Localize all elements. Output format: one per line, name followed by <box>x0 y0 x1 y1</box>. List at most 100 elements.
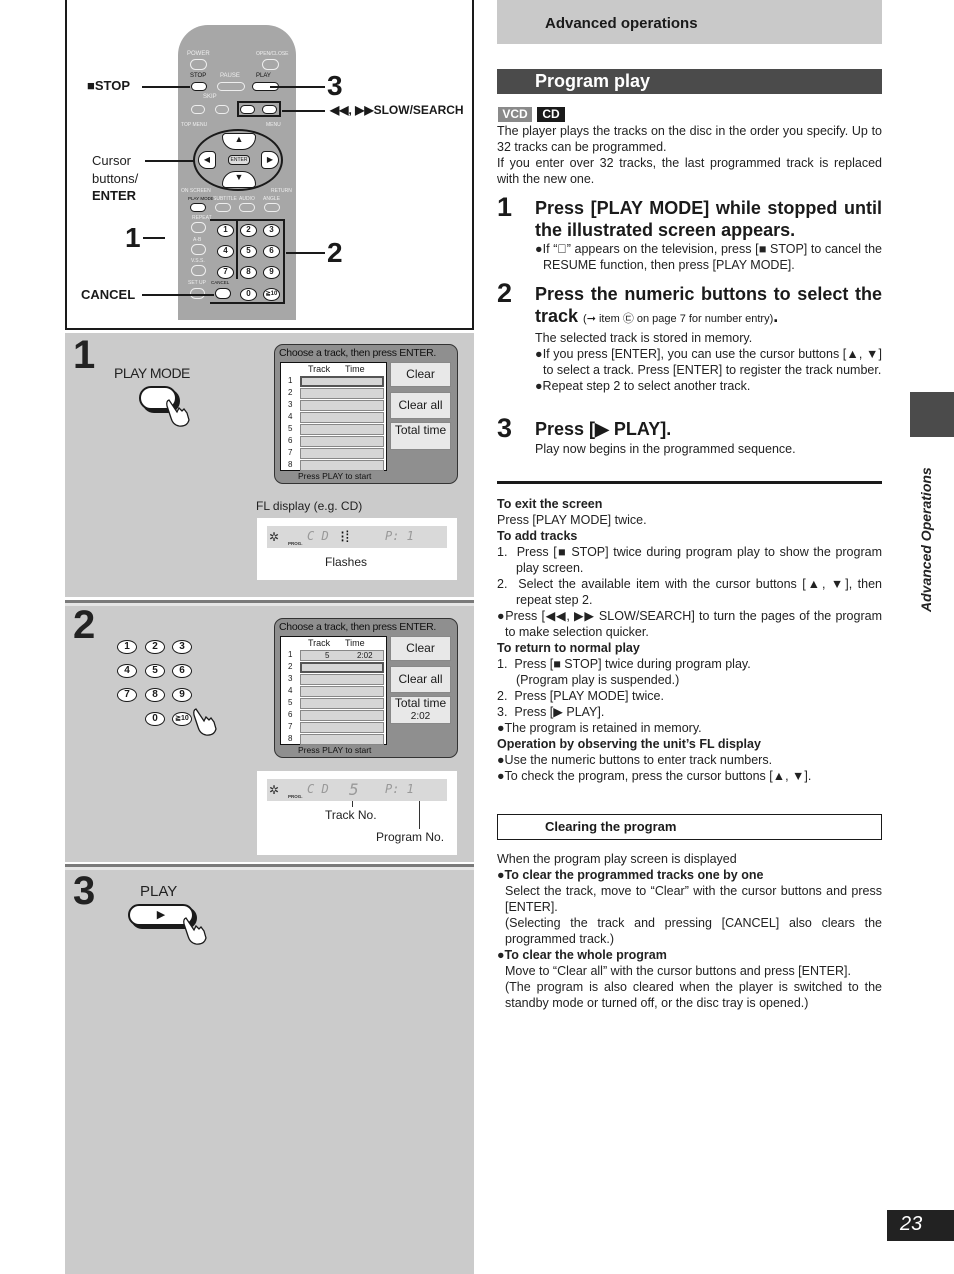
step1-number-text: 1 <box>497 192 513 222</box>
stop-button[interactable] <box>191 82 207 91</box>
step3-body: Play now begins in the programmed sequen… <box>535 441 796 456</box>
remote-label-top-menu: TOP MENU <box>181 122 208 128</box>
program-row[interactable]: 6 <box>281 436 386 447</box>
numkey-7[interactable]: 7 <box>217 266 234 279</box>
numkey-2[interactable]: 2 <box>240 224 257 237</box>
numkey-9[interactable]: 9 <box>172 688 192 702</box>
clear-button[interactable]: Clear <box>390 362 451 387</box>
numkey-3[interactable]: 3 <box>263 224 280 237</box>
cursor-right-button[interactable]: ▶ <box>261 151 279 169</box>
open-close-button[interactable] <box>262 59 279 70</box>
step3-number-text: 3 <box>497 413 513 443</box>
clearing-block: When the program play screen is displaye… <box>497 851 882 1011</box>
angle-button[interactable] <box>264 203 280 212</box>
numkey-1[interactable]: 1 <box>217 224 234 237</box>
row-index: 8 <box>288 734 293 743</box>
slow-search-back-button[interactable] <box>240 105 255 114</box>
program-row[interactable]: 1 <box>281 376 386 387</box>
numkey-1[interactable]: 1 <box>117 640 137 654</box>
clear-all-button[interactable]: Clear all <box>390 392 451 419</box>
numkey-3[interactable]: 3 <box>172 640 192 654</box>
callout-stop: ■STOP <box>87 78 131 93</box>
numkey-4[interactable]: 4 <box>217 245 234 258</box>
numkey-5[interactable]: 5 <box>145 664 165 678</box>
program-row[interactable]: 4 <box>281 412 386 423</box>
program-row[interactable]: 8 <box>281 734 386 745</box>
program-row[interactable]: 3 <box>281 674 386 685</box>
repeat-button[interactable] <box>191 222 206 233</box>
row-index: 4 <box>288 686 293 695</box>
program-row[interactable]: 1 5 2:02 <box>281 650 386 661</box>
program-row[interactable]: 6 <box>281 710 386 721</box>
clear-all-button[interactable]: Clear all <box>390 666 451 693</box>
slow-search-forward-button[interactable] <box>262 105 277 114</box>
return-bullet: ●The program is retained in memory. <box>497 721 702 735</box>
numkey-5[interactable]: 5 <box>240 245 257 258</box>
numkey-2[interactable]: 2 <box>145 640 165 654</box>
numkey-8[interactable]: 8 <box>240 266 257 279</box>
badge-vcd: VCD <box>498 107 532 122</box>
play-mode-button[interactable] <box>190 203 206 212</box>
clear-button[interactable]: Clear <box>390 636 451 661</box>
program-row[interactable]: 7 <box>281 448 386 459</box>
numkey-10plus[interactable]: ≧10 <box>172 712 192 726</box>
numkey-9[interactable]: 9 <box>263 266 280 279</box>
step1-block: Press [PLAY MODE] while stopped until th… <box>535 198 882 273</box>
numkey-6[interactable]: 6 <box>263 245 280 258</box>
program-row[interactable]: 2 <box>281 388 386 399</box>
program-row[interactable]: 7 <box>281 722 386 733</box>
fl-display: ✲ PROG. C D P: 1 ⁝⁞ Flashes <box>257 518 457 580</box>
program-row[interactable]: 3 <box>281 400 386 411</box>
audio-button[interactable] <box>239 203 255 212</box>
col-track: Track <box>308 364 331 374</box>
ab-repeat-button[interactable] <box>191 244 206 255</box>
fl-program-number: P: 1 <box>385 529 414 543</box>
numkey-10plus[interactable]: ≧10 <box>263 288 280 301</box>
program-row[interactable]: 8 <box>281 460 386 471</box>
row-index: 7 <box>288 448 293 457</box>
numkey-4[interactable]: 4 <box>117 664 137 678</box>
subtitle-button[interactable] <box>215 203 231 212</box>
row-cell <box>300 686 384 697</box>
skip-forward-button[interactable] <box>215 105 229 114</box>
pointing-hand-icon <box>183 917 207 945</box>
callout-line <box>286 252 325 254</box>
section-title: Program play <box>535 71 651 91</box>
fl-display-strip: ✲ PROG. C D P: 1 ⁝⁞ <box>267 526 447 548</box>
row-cell: 5 2:02 <box>300 650 384 661</box>
step2-note: ●Repeat step 2 to select another track. <box>535 379 751 393</box>
numkey-7[interactable]: 7 <box>117 688 137 702</box>
numkey-0[interactable]: 0 <box>145 712 165 726</box>
intro-paragraph: The player plays the tracks on the disc … <box>497 124 882 154</box>
vss-button[interactable] <box>191 265 206 276</box>
return-item: 2. Press [PLAY MODE] twice. <box>497 689 664 703</box>
cursor-up-button[interactable]: ▲ <box>222 133 256 150</box>
row-index: 6 <box>288 436 293 445</box>
skip-back-button[interactable] <box>191 105 205 114</box>
numkey-8[interactable]: 8 <box>145 688 165 702</box>
pause-button[interactable] <box>217 82 245 91</box>
row-cell <box>300 412 384 423</box>
numkey-6[interactable]: 6 <box>172 664 192 678</box>
row-time: 2:02 <box>357 651 373 660</box>
row-index: 3 <box>288 400 293 409</box>
add-item: 1. Press [■ STOP] twice during program p… <box>497 545 882 575</box>
step2-block: Press the numeric buttons to select the … <box>535 284 882 394</box>
cursor-left-button[interactable]: ◀ <box>198 151 216 169</box>
flashing-indicator-icon: ⁝⁞ <box>340 529 350 546</box>
program-row[interactable]: 4 <box>281 686 386 697</box>
power-button[interactable] <box>190 59 207 70</box>
program-row[interactable]: 5 <box>281 698 386 709</box>
program-list: Track Time 1 5 2:02 2 3 4 5 6 7 8 <box>280 636 387 745</box>
clear-one-text: Select the track, move to “Clear” with t… <box>505 884 882 914</box>
step2-note: ●If you press [ENTER], you can use the c… <box>535 347 882 377</box>
step2-number-text: 2 <box>497 278 513 308</box>
row-index: 4 <box>288 412 293 421</box>
enter-button[interactable]: ENTER <box>228 155 250 165</box>
program-row[interactable]: 5 <box>281 424 386 435</box>
program-row[interactable]: 2 <box>281 662 386 673</box>
numkey-0[interactable]: 0 <box>240 288 257 301</box>
cursor-down-button[interactable]: ▼ <box>222 171 256 188</box>
row-index: 7 <box>288 722 293 731</box>
step1-number: 1 <box>73 333 96 377</box>
